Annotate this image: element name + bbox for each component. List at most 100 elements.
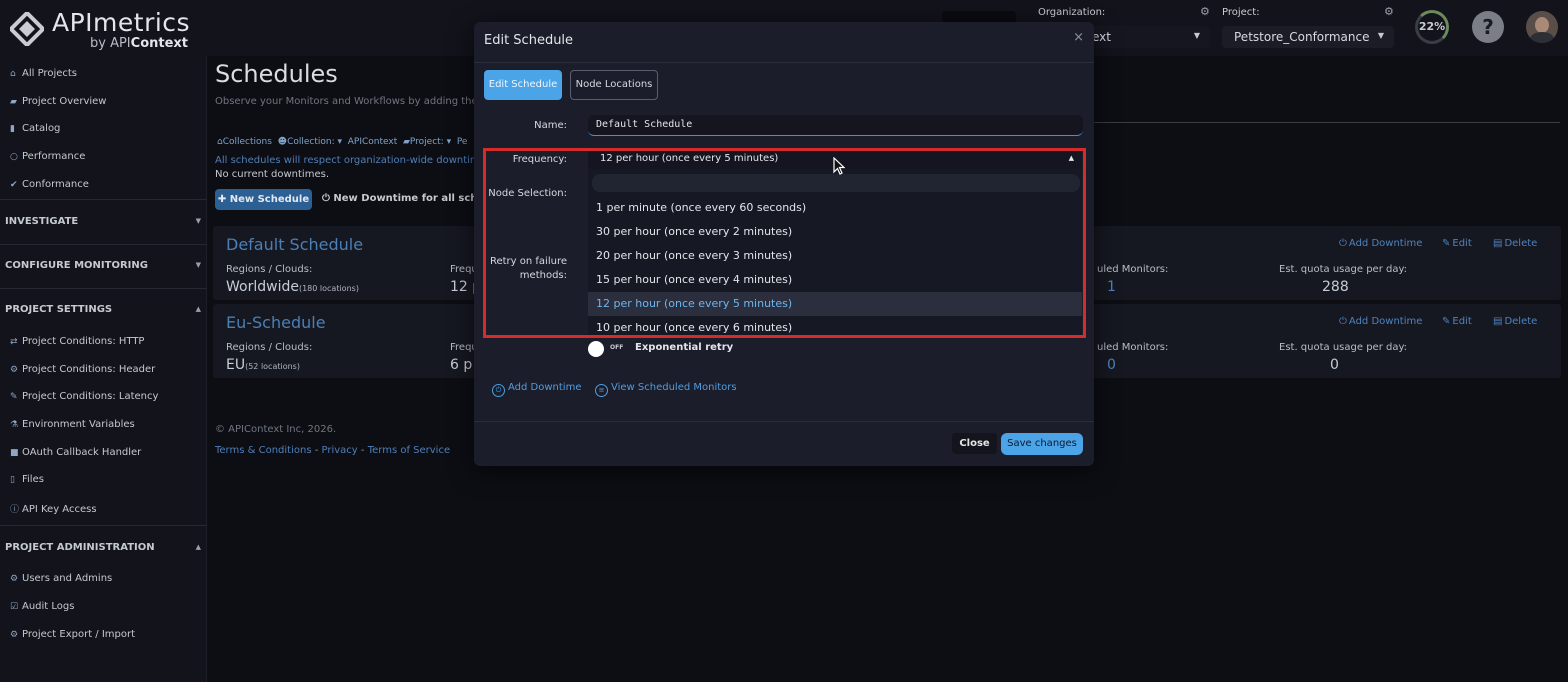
quota-value: 0 — [1330, 357, 1339, 373]
sidebar-item-conditions-latency[interactable]: ✎ Project Conditions: Latency — [10, 391, 158, 402]
tab-node-locations[interactable]: Node Locations — [570, 70, 658, 100]
section-project-settings[interactable]: PROJECT SETTINGS ▲ — [5, 304, 203, 315]
chevron-up-icon: ▲ — [195, 305, 201, 313]
toggle-knob — [588, 341, 604, 357]
schedule-title[interactable]: Eu-Schedule — [226, 313, 326, 332]
info-icon: ⓘ — [10, 505, 20, 515]
mouse-cursor-icon — [833, 157, 845, 175]
privacy-link[interactable]: Privacy — [322, 445, 358, 456]
chevron-up-icon: ▲ — [195, 543, 201, 551]
terms-link[interactable]: Terms & Conditions — [215, 445, 312, 456]
sidebar-item-project-overview[interactable]: ▰ Project Overview — [10, 96, 106, 107]
sidebar-item-project-export-import[interactable]: ⚙ Project Export / Import — [10, 629, 135, 640]
sidebar-item-api-key-access[interactable]: ⓘ API Key Access — [10, 502, 97, 515]
tab-edit-schedule[interactable]: Edit Schedule — [484, 70, 562, 100]
scheduled-monitors-value[interactable]: 0 — [1107, 357, 1116, 373]
frequency-option[interactable]: 30 per hour (once every 2 minutes) — [588, 220, 1082, 244]
frequency-option-selected[interactable]: 12 per hour (once every 5 minutes) — [588, 292, 1082, 316]
quota-label: Est. quota usage per day: — [1279, 264, 1408, 275]
save-changes-button[interactable]: Save changes — [1001, 433, 1083, 455]
frequency-option[interactable]: 15 per hour (once every 4 minutes) — [588, 268, 1082, 292]
sidebar-item-conformance[interactable]: ✔ Conformance — [10, 179, 89, 190]
project-select[interactable]: Petstore_Conformance ▼ — [1222, 26, 1394, 48]
project-value: Petstore_Conformance — [1234, 30, 1370, 44]
power-icon: ⏻ — [1339, 238, 1347, 249]
add-downtime-link[interactable]: ⏻ Add Downtime — [1339, 316, 1422, 327]
frequency-label: Frequency: — [512, 154, 567, 165]
terms-of-service-link[interactable]: Terms of Service — [368, 445, 450, 456]
breadcrumb-collections[interactable]: Collections — [223, 137, 272, 147]
exponential-retry-toggle[interactable]: OFF — [588, 340, 626, 358]
section-investigate[interactable]: INVESTIGATE ▼ — [5, 216, 203, 227]
frequency-option[interactable]: 1 per minute (once every 60 seconds) — [588, 196, 1082, 220]
breadcrumb-project-label: Project: — [409, 137, 444, 147]
folder-icon: ▰ — [402, 137, 410, 147]
project-gear-icon[interactable]: ⚙ — [1384, 5, 1394, 18]
sidebar-item-audit-logs[interactable]: ☑ Audit Logs — [10, 601, 74, 612]
chevron-down-icon: ▼ — [1377, 31, 1384, 40]
edit-link[interactable]: ✎ Edit — [1442, 316, 1472, 327]
sidebar: ⌂ All Projects ▰ Project Overview ▮ Catalog… — [0, 56, 207, 682]
close-button[interactable]: Close — [952, 433, 997, 454]
modal-title: Edit Schedule — [484, 33, 574, 48]
breadcrumb-collection-label: Collection: — [287, 137, 335, 147]
divider — [474, 421, 1094, 422]
close-icon[interactable]: × — [1073, 30, 1084, 45]
organization-gear-icon[interactable]: ⚙ — [1200, 5, 1210, 18]
divider — [1094, 122, 1560, 123]
name-label: Name: — [534, 120, 567, 131]
quota-usage-indicator[interactable]: 22% — [1415, 10, 1449, 44]
breadcrumb-project[interactable]: Pe — [457, 137, 468, 147]
gear-icon: ⚙ — [10, 630, 19, 640]
name-field[interactable]: Default Schedule — [588, 115, 1083, 136]
sidebar-item-environment-variables[interactable]: ⚗ Environment Variables — [10, 419, 135, 430]
scheduled-monitors-value[interactable]: 1 — [1107, 279, 1116, 295]
edit-link[interactable]: ✎ Edit — [1442, 238, 1472, 249]
list-icon: ≡ — [595, 384, 608, 397]
retry-label: Retry on failure — [489, 256, 567, 267]
org-downtime-notice[interactable]: All schedules will respect organization-… — [215, 155, 494, 166]
gear-icon: ⚙ — [10, 574, 19, 584]
schedule-title[interactable]: Default Schedule — [226, 235, 363, 254]
apimetrics-logo[interactable]: APImetrics by APIContext — [8, 6, 198, 52]
sidebar-item-conditions-header[interactable]: ⚙ Project Conditions: Header — [10, 364, 155, 375]
home-icon: ⌂ — [10, 69, 16, 79]
logo-mark-icon — [10, 12, 44, 46]
view-scheduled-monitors-link[interactable]: ≡ View Scheduled Monitors — [595, 382, 737, 397]
sidebar-item-users-admins[interactable]: ⚙ Users and Admins — [10, 573, 112, 584]
trash-icon: ▤ — [1493, 316, 1503, 327]
avatar[interactable] — [1526, 11, 1558, 43]
project-label: Project: — [1222, 7, 1260, 18]
delete-link[interactable]: ▤ Delete — [1493, 316, 1537, 327]
regions-value: EU(52 locations) — [226, 357, 300, 373]
frequency-option[interactable]: 20 per hour (once every 3 minutes) — [588, 244, 1082, 268]
frequency-option[interactable]: 10 per hour (once every 6 minutes) — [588, 316, 1082, 336]
regions-value: Worldwide(180 locations) — [226, 279, 359, 295]
sidebar-item-performance[interactable]: ○ Performance — [10, 151, 85, 162]
dropdown-search-input[interactable] — [592, 174, 1080, 192]
chevron-down-icon: ▼ — [1193, 31, 1200, 40]
add-downtime-link[interactable]: ⏻ Add Downtime — [492, 382, 581, 397]
frequency-selected-value: 12 per hour (once every 5 minutes) — [600, 153, 779, 164]
copyright: © APIContext Inc, 2026. — [215, 424, 337, 435]
wrench-icon: ✎ — [10, 392, 18, 402]
divider — [0, 244, 207, 245]
sidebar-item-catalog[interactable]: ▮ Catalog — [10, 123, 60, 134]
retry-label-methods: methods: — [519, 270, 567, 281]
sidebar-item-oauth-callback[interactable]: ■ OAuth Callback Handler — [10, 447, 141, 458]
organization-label: Organization: — [1038, 7, 1106, 18]
plus-icon: ✚ — [217, 194, 230, 205]
new-schedule-button[interactable]: ✚ New Schedule — [215, 189, 312, 210]
sidebar-item-conditions-http[interactable]: ⇄ Project Conditions: HTTP — [10, 336, 144, 347]
power-icon: ⏻ — [322, 193, 334, 204]
section-configure-monitoring[interactable]: CONFIGURE MONITORING ▼ — [5, 260, 203, 271]
help-icon[interactable]: ? — [1472, 11, 1504, 43]
section-project-administration[interactable]: PROJECT ADMINISTRATION ▲ — [5, 542, 203, 553]
sidebar-item-all-projects[interactable]: ⌂ All Projects — [10, 68, 77, 79]
add-downtime-link[interactable]: ⏻ Add Downtime — [1339, 238, 1422, 249]
chevron-up-icon: ▲ — [1068, 154, 1074, 162]
breadcrumb-collection[interactable]: APIContext — [348, 137, 398, 147]
sidebar-item-files[interactable]: ▯ Files — [10, 474, 44, 485]
logo-title: APImetrics — [52, 8, 191, 37]
delete-link[interactable]: ▤ Delete — [1493, 238, 1537, 249]
